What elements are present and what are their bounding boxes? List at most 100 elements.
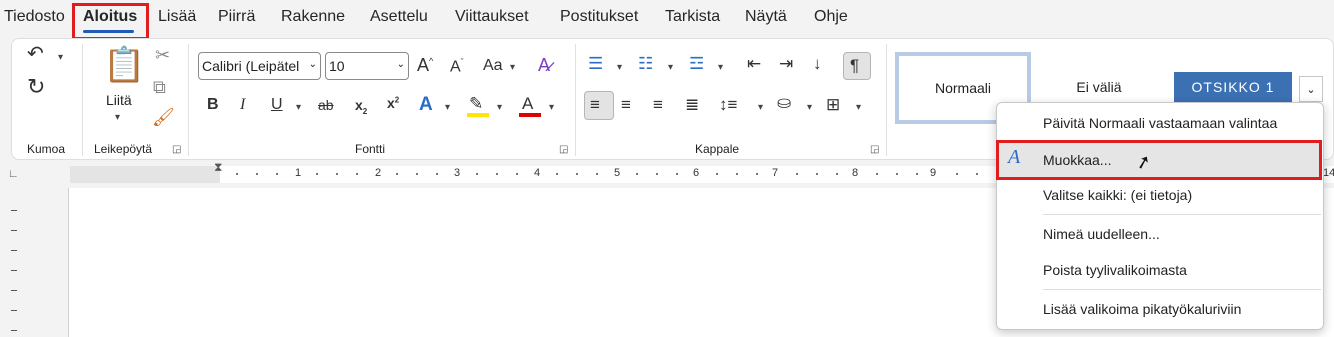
ruler-tick <box>716 173 718 175</box>
menu-separator <box>1043 214 1321 215</box>
align-left-icon: ≡ <box>590 95 600 114</box>
menu-item-remove-from-gallery[interactable]: Poista tyylivalikoimasta <box>1043 262 1187 278</box>
numbering-icon[interactable]: ☷ <box>638 55 653 72</box>
ruler-tick <box>576 173 578 175</box>
bullets-icon[interactable]: ☰ <box>588 55 603 72</box>
increase-indent-icon[interactable]: ⇥ <box>779 55 793 72</box>
numbering-dropdown-icon[interactable]: ▾ <box>668 62 673 73</box>
shrink-font-icon[interactable]: Aˇ <box>450 58 464 75</box>
ruler-number: 14 <box>1323 167 1334 179</box>
italic-icon[interactable]: I <box>240 97 245 113</box>
ruler-tick <box>636 173 638 175</box>
tab-tarkista[interactable]: Tarkista <box>665 8 720 26</box>
menu-item-update-normal[interactable]: Päivitä Normaali vastaamaan valintaa <box>1043 115 1277 131</box>
ruler-tick <box>236 173 238 175</box>
bullets-dropdown-icon[interactable]: ▾ <box>617 62 622 73</box>
styles-more-button[interactable]: ⌄ <box>1299 76 1323 102</box>
style-heading1[interactable]: OTSIKKO 1 <box>1174 72 1292 104</box>
group-label-clipboard: Leikepöytä <box>94 142 153 156</box>
ruler-number: 2 <box>375 167 382 179</box>
undo-dropdown-icon[interactable]: ▾ <box>58 52 63 63</box>
font-color-icon[interactable]: A <box>522 95 533 112</box>
chevron-down-icon: ⌄ <box>396 59 405 70</box>
tab-piirra[interactable]: Piirrä <box>218 8 255 26</box>
tab-viittaukset[interactable]: Viittaukset <box>455 8 529 26</box>
ruler-tick <box>336 173 338 175</box>
tab-asettelu[interactable]: Asettelu <box>370 8 428 26</box>
ruler-tick <box>11 330 17 331</box>
underline-dropdown-icon[interactable]: ▾ <box>296 102 301 113</box>
font-launcher-icon[interactable]: ◲ <box>559 144 568 155</box>
decrease-indent-icon[interactable]: ⇤ <box>747 55 761 72</box>
subscript-icon[interactable]: x2 <box>355 98 367 116</box>
line-spacing-icon[interactable]: ↕≡ <box>719 96 737 113</box>
align-center-icon[interactable]: ≡ <box>621 96 631 113</box>
tab-tiedosto[interactable]: Tiedosto <box>4 8 65 26</box>
align-right-icon[interactable]: ≡ <box>653 96 663 113</box>
ruler-tick <box>556 173 558 175</box>
tab-selector-icon[interactable]: ∟ <box>8 168 19 180</box>
menu-item-rename[interactable]: Nimeä uudelleen... <box>1043 226 1160 242</box>
sort-icon[interactable]: ↓ <box>813 55 822 72</box>
redo-icon[interactable]: ↻ <box>27 76 45 98</box>
change-case-icon[interactable]: Aa <box>483 58 503 74</box>
undo-icon[interactable]: ↶ <box>27 44 44 64</box>
ruler-tick <box>316 173 318 175</box>
font-name-value: Calibri (Leipätel <box>202 58 300 74</box>
grow-font-icon[interactable]: A^ <box>417 56 433 74</box>
multilevel-dropdown-icon[interactable]: ▾ <box>718 62 723 73</box>
clear-format-icon[interactable]: A̷ <box>538 56 550 74</box>
menu-item-add-to-qat[interactable]: Lisää valikoima pikatyökaluriviin <box>1043 301 1241 317</box>
font-color-dropdown-icon[interactable]: ▾ <box>549 102 554 113</box>
clipboard-launcher-icon[interactable]: ◲ <box>172 144 181 155</box>
ruler-tick <box>676 173 678 175</box>
paragraph-launcher-icon[interactable]: ◲ <box>870 144 879 155</box>
strikethrough-icon[interactable]: ab <box>318 98 334 112</box>
indent-marker-icon[interactable]: ⧗ <box>214 160 222 175</box>
copy-icon[interactable]: ⧉ <box>153 78 166 96</box>
borders-icon[interactable]: ⊞ <box>826 96 840 113</box>
paste-icon[interactable]: 📋 <box>103 48 145 82</box>
group-label-font: Fontti <box>355 142 386 156</box>
font-color-bar <box>519 113 541 117</box>
text-effects-dropdown-icon[interactable]: ▾ <box>445 102 450 113</box>
ruler-number: 8 <box>852 167 859 179</box>
tab-lisaa[interactable]: Lisää <box>158 8 196 26</box>
change-case-dropdown-icon[interactable]: ▾ <box>510 62 515 73</box>
ruler-tick <box>496 173 498 175</box>
highlight-dropdown-icon[interactable]: ▾ <box>497 102 502 113</box>
text-effects-icon[interactable]: A <box>419 95 433 114</box>
vertical-ruler <box>0 188 28 337</box>
line-spacing-dropdown-icon[interactable]: ▾ <box>758 102 763 113</box>
shading-icon[interactable]: ⛀ <box>777 94 791 111</box>
format-painter-icon[interactable]: 🖌 <box>152 108 175 126</box>
tab-postitukset[interactable]: Postitukset <box>560 8 638 26</box>
paste-dropdown-icon[interactable]: ▾ <box>115 112 120 123</box>
paste-label[interactable]: Liitä <box>106 92 132 108</box>
ruler-number: 6 <box>693 167 700 179</box>
tab-ohje[interactable]: Ohje <box>814 8 848 26</box>
highlight-icon[interactable]: ✎ <box>469 95 483 112</box>
tab-rakenne[interactable]: Rakenne <box>281 8 345 26</box>
ruler-tick <box>756 173 758 175</box>
font-size-combo[interactable]: 10 ⌄ <box>325 52 409 80</box>
bold-icon[interactable]: B <box>207 97 219 113</box>
group-separator <box>188 44 189 156</box>
multilevel-list-icon[interactable]: ☲ <box>689 55 704 72</box>
highlight-color-bar <box>467 113 489 117</box>
show-marks-icon: ¶ <box>850 56 860 75</box>
shading-dropdown-icon[interactable]: ▾ <box>807 102 812 113</box>
borders-dropdown-icon[interactable]: ▾ <box>856 102 861 113</box>
cut-icon[interactable]: ✂ <box>155 46 170 64</box>
ruler-tick <box>976 173 978 175</box>
ruler-margin <box>70 166 220 183</box>
font-name-combo[interactable]: Calibri (Leipätel ⌄ <box>198 52 321 80</box>
menu-item-select-all[interactable]: Valitse kaikki: (ei tietoja) <box>1043 187 1192 203</box>
group-label-undo: Kumoa <box>27 142 66 156</box>
ruler-tick <box>516 173 518 175</box>
justify-icon[interactable]: ≣ <box>685 96 699 113</box>
tab-nayta[interactable]: Näytä <box>745 8 787 26</box>
ruler-tick <box>11 210 17 211</box>
superscript-icon[interactable]: x2 <box>387 96 399 110</box>
underline-icon[interactable]: U <box>271 97 283 113</box>
